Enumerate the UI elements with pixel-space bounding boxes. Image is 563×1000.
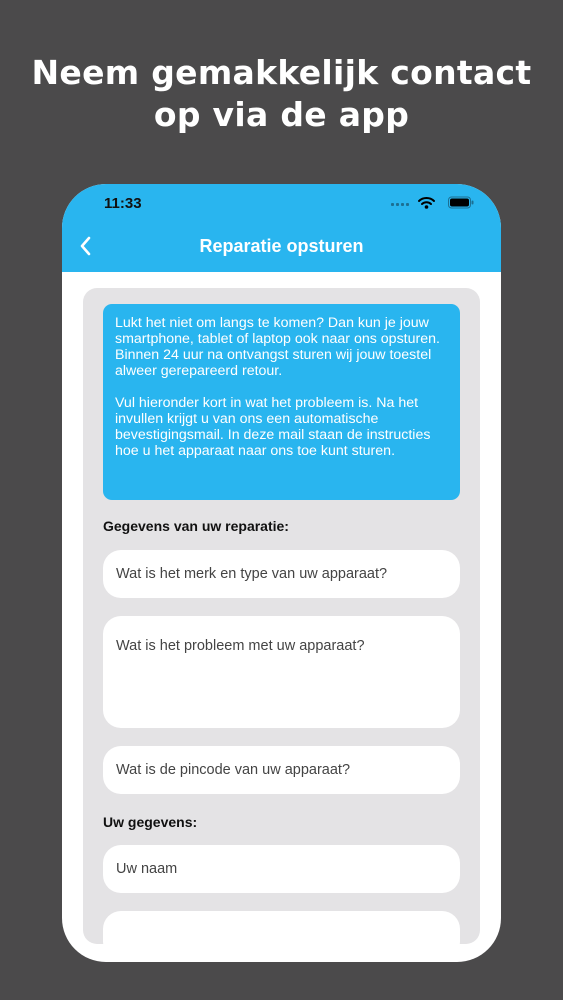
phone-screen: 11:33 Reparatie opsturen Lukt het niet o… [62,184,501,962]
pincode-input[interactable]: Wat is de pincode van uw apparaat? [103,746,460,794]
personal-section-label: Uw gegevens: [103,814,198,830]
battery-icon [448,196,474,209]
headline-line-1: Neem gemakkelijk contact [31,53,532,92]
brand-type-input[interactable]: Wat is het merk en type van uw apparaat? [103,550,460,598]
problem-placeholder: Wat is het probleem met uw apparaat? [116,638,365,654]
problem-textarea[interactable]: Wat is het probleem met uw apparaat? [103,616,460,728]
wifi-icon [418,197,435,209]
repair-section-label: Gegevens van uw reparatie: [103,518,289,534]
pincode-placeholder: Wat is de pincode van uw apparaat? [116,762,351,778]
form-panel: Lukt het niet om langs te komen? Dan kun… [83,288,480,944]
status-time: 11:33 [104,195,142,212]
app-header: 11:33 Reparatie opsturen [62,184,501,272]
headline-line-2: op via de app [153,95,410,134]
info-message: Lukt het niet om langs te komen? Dan kun… [103,304,460,500]
next-input[interactable] [103,911,460,944]
info-paragraph-2: Vul hieronder kort in wat het probleem i… [115,395,431,459]
promo-headline: Neem gemakkelijk contact op via de app [0,52,563,136]
page-title: Reparatie opsturen [199,236,364,256]
info-paragraph-1: Lukt het niet om langs te komen? Dan kun… [115,315,440,379]
name-input[interactable]: Uw naam [103,845,460,893]
brand-type-placeholder: Wat is het merk en type van uw apparaat? [116,566,388,582]
name-placeholder: Uw naam [116,861,178,877]
signal-icon [391,203,409,206]
